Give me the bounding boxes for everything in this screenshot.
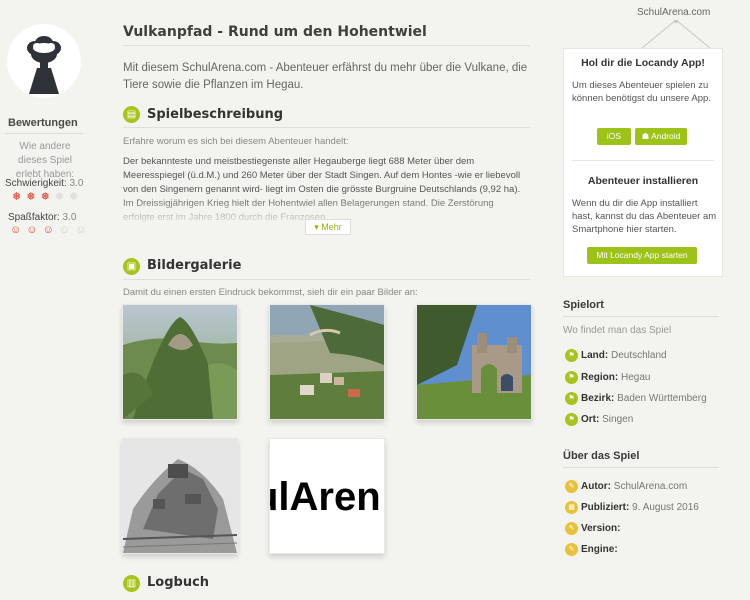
flag-icon: ⚑ — [565, 413, 578, 426]
document-icon: ▤ — [123, 106, 140, 123]
pencil-icon: ✎ — [565, 543, 578, 556]
about-item-published: Publiziert: 9. August 2016 — [581, 502, 699, 513]
gallery-image-5[interactable]: ulAren — [269, 438, 385, 554]
smiley-icon: ☺ — [26, 224, 39, 236]
android-button[interactable]: ☗ Android — [635, 128, 687, 145]
fun-value: 3.0 — [62, 212, 77, 223]
page-title: Vulkanpfad - Rund um den Hohentwiel — [123, 24, 427, 40]
brand-link[interactable]: SchulArena.com — [637, 7, 710, 18]
item-key: Autor: — [581, 481, 611, 492]
image-icon: ▣ — [123, 258, 140, 275]
smiley-icon: ☺ — [10, 224, 23, 236]
item-key: Publiziert: — [581, 502, 630, 513]
divider — [572, 160, 714, 161]
snowflake-icon: ❅ — [54, 191, 66, 203]
gallery-image-3[interactable] — [416, 304, 532, 420]
item-key: Version: — [581, 523, 621, 534]
gallery-image-2[interactable] — [269, 304, 385, 420]
book-icon: ▥ — [123, 575, 140, 592]
ios-label: iOS — [606, 131, 622, 141]
item-key: Region: — [581, 372, 619, 383]
location-item-town: Ort: Singen — [581, 414, 633, 425]
about-heading: Über das Spiel — [563, 450, 640, 462]
location-item-region: Region: Hegau — [581, 372, 650, 383]
difficulty-value: 3.0 — [69, 178, 84, 189]
difficulty-row: Schwierigkeit: 3.0 — [5, 178, 83, 189]
divider — [5, 133, 83, 134]
fun-rating: ☺ ☺ ☺ ☺ ☺ — [10, 224, 87, 236]
difficulty-label: Schwierigkeit: — [5, 178, 67, 189]
install-title: Abenteuer installieren — [587, 175, 699, 187]
smiley-icon: ☺ — [42, 224, 55, 236]
difficulty-rating: ❅ ❅ ❅ ❅ ❅ — [12, 190, 79, 203]
pencil-icon: ✎ — [565, 522, 578, 535]
install-text: Wenn du dir die App installiert hast, ka… — [572, 198, 717, 235]
about-item-engine: Engine: — [581, 544, 618, 555]
fun-row: Spaßfaktor: 3.0 — [8, 212, 76, 223]
intro-text: Mit diesem SchulArena.com - Abenteuer er… — [123, 62, 528, 91]
item-value: Baden Württemberg — [617, 393, 707, 404]
location-item-country: Land: Deutschland — [581, 350, 667, 361]
section-heading-log: Logbuch — [147, 575, 210, 590]
ratings-subtitle: Wie andere dieses Spiel erlebt haben: — [15, 141, 75, 180]
start-app-button[interactable]: Mit Locandy App starten — [587, 247, 697, 264]
game-avatar — [7, 24, 81, 98]
fun-label: Spaßfaktor: — [8, 212, 60, 223]
smiley-icon: ☺ — [58, 224, 72, 236]
location-item-district: Bezirk: Baden Württemberg — [581, 393, 707, 404]
android-label: Android — [651, 131, 681, 141]
snowflake-icon: ❅ — [69, 191, 80, 203]
pencil-icon: ✎ — [565, 480, 578, 493]
item-value: SchulArena.com — [613, 481, 688, 492]
ios-button[interactable]: iOS — [597, 128, 631, 145]
gallery-image-1[interactable] — [122, 304, 238, 420]
flag-icon: ⚑ — [565, 371, 578, 384]
aerial-hill-photo — [123, 305, 237, 419]
snowflake-icon: ❅ — [40, 191, 51, 203]
smiley-icon: ☺ — [75, 224, 88, 236]
item-key: Ort: — [581, 414, 600, 425]
item-key: Engine: — [581, 544, 618, 555]
divider — [123, 45, 530, 46]
item-value: Hegau — [621, 372, 651, 383]
location-subtitle: Wo findet man das Spiel — [563, 325, 672, 336]
description-subtitle: Erfahre worum es sich bei diesem Abenteu… — [123, 136, 349, 147]
fortress-engraving — [123, 439, 237, 553]
schularena-logo-text: ulAren — [270, 475, 381, 519]
divider — [563, 316, 719, 317]
gallery-subtitle: Damit du einen ersten Eindruck bekommst,… — [123, 287, 418, 298]
volcano-logo — [7, 24, 81, 98]
app-card: Hol dir die Locandy App! Um dieses Abent… — [563, 48, 723, 277]
about-item-author: Autor: SchulArena.com — [581, 481, 687, 492]
flag-icon: ⚑ — [565, 349, 578, 362]
ratings-title: Bewertungen — [8, 117, 78, 129]
gallery-image-4[interactable] — [122, 438, 238, 554]
snowflake-icon: ❅ — [12, 191, 23, 203]
item-value: Deutschland — [611, 350, 667, 361]
hanger-lines — [641, 20, 711, 49]
location-heading: Spielort — [563, 299, 604, 311]
divider — [123, 127, 530, 128]
item-value: 9. August 2016 — [632, 502, 699, 513]
android-icon: ☗ — [641, 131, 652, 141]
app-card-title: Hol dir die Locandy App! — [581, 57, 705, 69]
divider — [123, 279, 530, 280]
item-key: Bezirk: — [581, 393, 615, 404]
flag-icon: ⚑ — [565, 392, 578, 405]
item-key: Land: — [581, 350, 609, 361]
item-value: Singen — [602, 414, 634, 425]
snowflake-icon: ❅ — [26, 191, 37, 203]
calendar-icon: ▦ — [565, 501, 578, 514]
more-button[interactable]: ▾ Mehr — [305, 219, 351, 235]
castle-ruin-photo — [417, 305, 531, 419]
town-view-photo — [270, 305, 384, 419]
section-heading-gallery: Bildergalerie — [147, 258, 242, 273]
app-card-text: Um dieses Abenteuer spielen zu können be… — [572, 80, 711, 104]
divider — [563, 467, 719, 468]
section-heading-description: Spielbeschreibung — [147, 107, 284, 122]
about-item-version: Version: — [581, 523, 620, 534]
